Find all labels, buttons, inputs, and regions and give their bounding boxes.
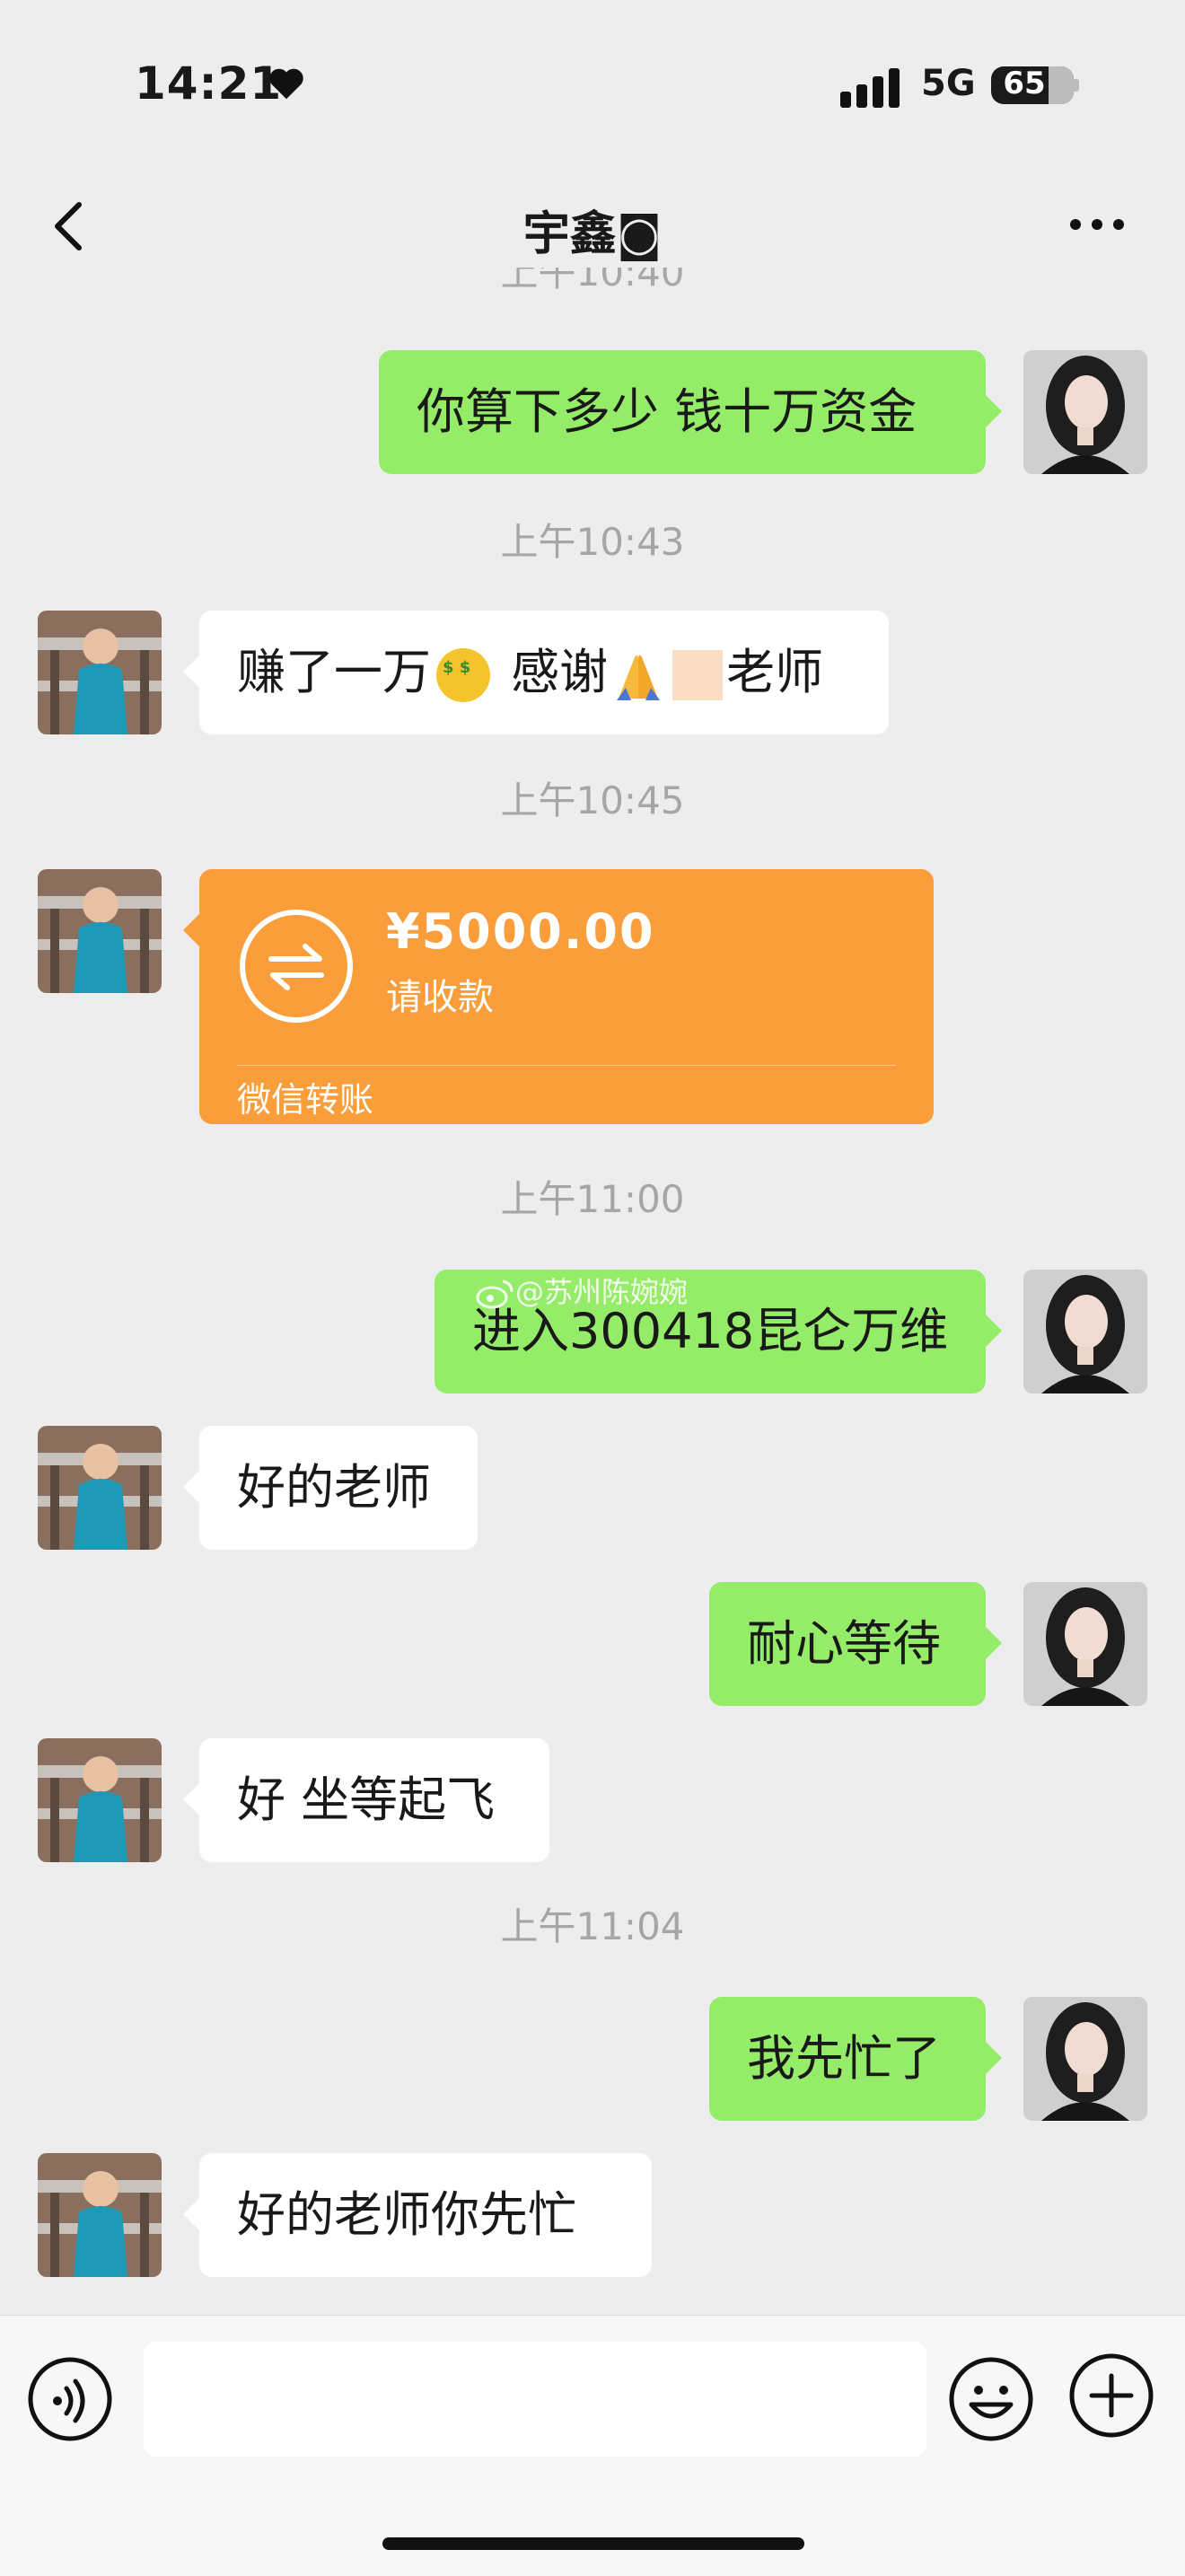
outgoing-message-bubble[interactable]: 我先忙了 bbox=[709, 1997, 1002, 2121]
contact-avatar[interactable] bbox=[38, 611, 162, 734]
chat-title-text: 宇鑫 bbox=[522, 207, 617, 261]
voice-icon[interactable] bbox=[27, 2356, 113, 2442]
incoming-message-bubble[interactable]: 好的老师你先忙 bbox=[183, 2153, 652, 2277]
incoming-message-bubble[interactable]: 好的老师 bbox=[183, 1426, 478, 1550]
my-avatar[interactable] bbox=[1023, 350, 1147, 474]
message-text: 感谢 bbox=[496, 644, 609, 700]
battery-level: 65 bbox=[1003, 66, 1046, 101]
transfer-brand: 微信转账 bbox=[237, 1080, 374, 1120]
message-text: 耐心等待 bbox=[747, 1615, 941, 1672]
message-text: 好的老师你先忙 bbox=[237, 2186, 576, 2243]
my-avatar[interactable] bbox=[1023, 1997, 1147, 2121]
watermark: @苏州陈婉婉 bbox=[476, 1270, 689, 1309]
skin-tone-square-icon bbox=[672, 650, 724, 701]
contact-avatar[interactable] bbox=[38, 1738, 162, 1862]
message-text: 好的老师 bbox=[237, 1459, 431, 1516]
message-text: 你算下多少 钱十万资金 bbox=[417, 383, 917, 440]
incoming-message-bubble[interactable]: 好 坐等起飞 bbox=[183, 1738, 549, 1862]
my-avatar[interactable] bbox=[1023, 1582, 1147, 1706]
weibo-logo-icon bbox=[476, 1279, 514, 1309]
contact-avatar[interactable] bbox=[38, 2153, 162, 2277]
outgoing-message-bubble[interactable]: 耐心等待 bbox=[709, 1582, 1002, 1706]
transfer-status: 请收款 bbox=[386, 977, 494, 1018]
add-icon[interactable] bbox=[1068, 2352, 1154, 2439]
outgoing-message-bubble[interactable]: 你算下多少 钱十万资金 bbox=[379, 350, 1002, 474]
status-time: 14:21 bbox=[135, 57, 283, 110]
timestamp-peek-text: 上午10:40 bbox=[500, 268, 685, 295]
transfer-card[interactable]: ¥5000.00 请收款 微信转账 bbox=[183, 869, 934, 1124]
transfer-amount: ¥5000.00 bbox=[386, 903, 655, 960]
message-text: 进入300418昆仑万维 bbox=[472, 1303, 949, 1359]
timestamp: 上午11:04 bbox=[500, 1904, 685, 1948]
message-input[interactable] bbox=[144, 2342, 926, 2457]
message-text: 好 坐等起飞 bbox=[237, 1772, 496, 1828]
battery-icon: 65 bbox=[991, 66, 1074, 104]
battery-tip bbox=[1074, 79, 1079, 92]
back-icon[interactable] bbox=[50, 199, 86, 253]
folded-hands-emoji-icon bbox=[617, 655, 661, 701]
timestamp: 上午10:45 bbox=[500, 778, 685, 822]
money-mouth-emoji-icon bbox=[436, 648, 490, 703]
message-text: 我先忙了 bbox=[747, 2030, 941, 2087]
chat-title[interactable]: 宇鑫◙ bbox=[413, 196, 772, 263]
transfer-icon bbox=[240, 910, 353, 1023]
contact-avatar[interactable] bbox=[38, 1426, 162, 1550]
timestamp: 上午10:43 bbox=[500, 520, 685, 564]
my-avatar[interactable] bbox=[1023, 1270, 1147, 1394]
chat-title-symbol: ◙ bbox=[616, 207, 663, 261]
heart-icon bbox=[269, 68, 303, 100]
timestamp-peek: 上午10:40 bbox=[413, 268, 772, 303]
signal-icon bbox=[840, 68, 900, 108]
network-type: 5G bbox=[921, 63, 976, 104]
contact-avatar[interactable] bbox=[38, 869, 162, 993]
watermark-text: @苏州陈婉婉 bbox=[515, 1275, 689, 1309]
message-text: 赚了一万 bbox=[237, 644, 431, 700]
message-text: 老师 bbox=[726, 644, 824, 700]
incoming-message-bubble[interactable]: 赚了一万 感谢 老师 bbox=[183, 611, 889, 734]
timestamp: 上午11:00 bbox=[500, 1177, 685, 1221]
emoji-icon[interactable] bbox=[948, 2356, 1034, 2442]
more-options-icon[interactable] bbox=[1068, 214, 1126, 235]
transfer-divider bbox=[237, 1065, 896, 1066]
home-indicator bbox=[382, 2537, 804, 2550]
